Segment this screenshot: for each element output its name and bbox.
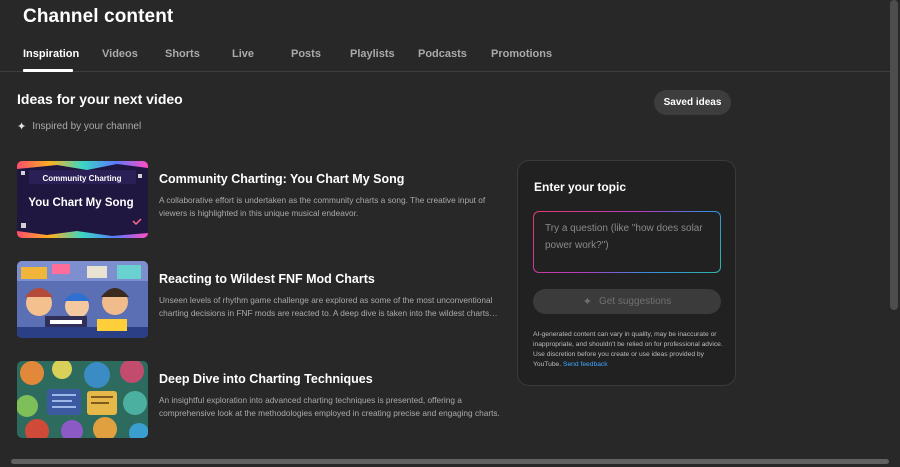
tab-shorts[interactable]: Shorts	[165, 48, 200, 60]
tab-videos[interactable]: Videos	[102, 48, 138, 60]
saved-ideas-button[interactable]: Saved ideas	[654, 90, 731, 115]
idea-title: Deep Dive into Charting Techniques	[159, 372, 373, 386]
idea-card[interactable]: Community Charting You Chart My Song Com…	[17, 161, 507, 241]
section-title: Ideas for your next video	[17, 91, 183, 107]
idea-title: Reacting to Wildest FNF Mod Charts	[159, 272, 375, 286]
idea-description: Unseen levels of rhythm game challenge a…	[159, 295, 493, 318]
topic-input-frame	[533, 211, 721, 273]
idea-thumbnail	[17, 361, 148, 438]
idea-card[interactable]: Deep Dive into Charting Techniques An in…	[17, 361, 507, 441]
tab-podcasts[interactable]: Podcasts	[418, 48, 467, 60]
enter-topic-panel: Enter your topic ✦ Get suggestions AI-ge…	[517, 160, 736, 386]
ai-disclaimer-text: AI-generated content can vary in quality…	[533, 331, 723, 368]
inspired-label: Inspired by your channel	[32, 121, 142, 132]
get-suggestions-button[interactable]: ✦ Get suggestions	[533, 289, 721, 314]
idea-thumbnail	[17, 261, 148, 338]
idea-description: A collaborative effort is undertaken as …	[159, 195, 486, 218]
tab-bar: Inspiration Videos Shorts Live Posts Pla…	[0, 38, 894, 72]
idea-thumbnail: Community Charting You Chart My Song	[17, 161, 148, 238]
thumbnail-caption-main: You Chart My Song	[28, 197, 133, 209]
idea-card[interactable]: Reacting to Wildest FNF Mod Charts Unsee…	[17, 261, 507, 341]
active-tab-indicator	[23, 69, 73, 72]
tab-promotions[interactable]: Promotions	[491, 48, 552, 60]
thumbnail-caption-top: Community Charting	[42, 174, 121, 183]
tab-inspiration[interactable]: Inspiration	[23, 48, 79, 60]
get-suggestions-label: Get suggestions	[598, 296, 672, 307]
send-feedback-link[interactable]: Send feedback	[563, 361, 608, 368]
inspired-by-channel: ✦ Inspired by your channel	[17, 120, 141, 133]
horizontal-scrollbar[interactable]	[11, 459, 889, 464]
page-title: Channel content	[23, 6, 174, 27]
tab-posts[interactable]: Posts	[291, 48, 321, 60]
tab-playlists[interactable]: Playlists	[350, 48, 395, 60]
ai-disclaimer: AI-generated content can vary in quality…	[533, 330, 729, 370]
tab-live[interactable]: Live	[232, 48, 254, 60]
topic-input[interactable]	[534, 212, 720, 272]
topic-panel-title: Enter your topic	[534, 180, 627, 194]
idea-description: An insightful exploration into advanced …	[159, 395, 500, 418]
sparkle-icon: ✦	[17, 121, 27, 133]
idea-title: Community Charting: You Chart My Song	[159, 172, 405, 186]
sparkle-icon: ✦	[582, 296, 592, 308]
vertical-scrollbar[interactable]	[890, 0, 898, 310]
